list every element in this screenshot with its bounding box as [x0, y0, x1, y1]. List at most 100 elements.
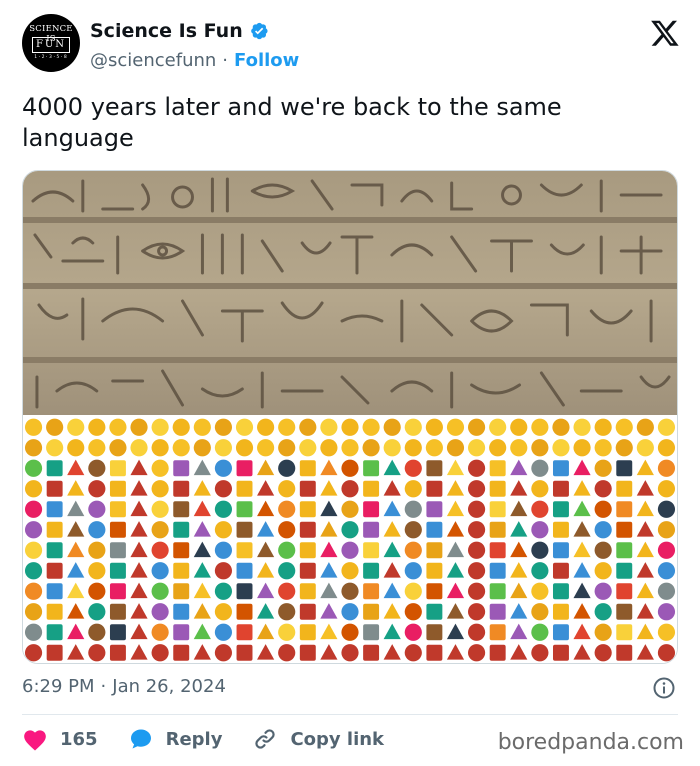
emoji-cell — [67, 603, 85, 619]
emoji-cell — [67, 459, 85, 476]
emoji-cell — [236, 542, 253, 559]
emoji-cell — [46, 521, 63, 538]
emoji-cell — [151, 541, 169, 559]
emoji-cell — [257, 644, 275, 660]
emoji-cell — [531, 459, 549, 477]
emoji-cell — [446, 541, 465, 558]
emoji-cell — [489, 418, 507, 436]
emoji-cell — [67, 480, 85, 496]
emoji-cell — [573, 439, 591, 457]
emoji-cell — [88, 439, 106, 457]
emoji-cell — [467, 500, 486, 518]
emoji-cell — [46, 603, 63, 620]
emoji-cell — [299, 501, 316, 518]
account-handle[interactable]: @sciencefunn — [90, 50, 216, 71]
emoji-cell — [383, 603, 401, 619]
tweet-date: Jan 26, 2024 — [112, 676, 226, 697]
avatar-logo-numbers: 1·2·3·5·8 — [34, 55, 68, 60]
emoji-cell — [404, 459, 422, 477]
emoji-cell — [257, 582, 275, 599]
tweet-timestamp[interactable]: 6:29 PM · Jan 26, 2024 — [22, 676, 226, 697]
emoji-cell — [426, 480, 443, 497]
emoji-cell — [257, 418, 275, 436]
handle-row: @sciencefunn · Follow — [90, 48, 299, 72]
emoji-cell — [552, 418, 570, 436]
emoji-cell — [130, 521, 148, 537]
emoji-cell — [299, 480, 316, 497]
emoji-cell — [426, 624, 443, 641]
emoji-cell — [657, 439, 676, 457]
emoji-cell — [573, 459, 591, 476]
emoji-cell — [383, 623, 401, 640]
emoji-cell — [362, 439, 380, 457]
emoji-cell — [657, 644, 676, 662]
emoji-cell — [594, 582, 612, 600]
info-icon[interactable] — [652, 676, 676, 700]
emoji-cell — [46, 460, 63, 477]
emoji-cell — [446, 459, 465, 476]
emoji-cell — [510, 541, 528, 558]
emoji-cell — [320, 418, 338, 436]
emoji-cell — [193, 480, 211, 496]
emoji-cell — [616, 501, 633, 518]
emoji-cell — [404, 439, 422, 457]
emoji-cell — [341, 623, 359, 641]
emoji-cell — [615, 418, 633, 436]
emoji-cell — [573, 582, 591, 599]
emoji-cell — [363, 644, 380, 661]
reply-button[interactable]: Reply — [128, 727, 222, 751]
emoji-cell — [172, 418, 190, 436]
emoji-cell — [236, 562, 253, 579]
emoji-cell — [109, 501, 126, 518]
emoji-cell — [173, 460, 190, 477]
emoji-cell — [426, 521, 443, 538]
emoji-cell — [594, 644, 612, 662]
emoji-cell — [151, 418, 169, 436]
emoji-cell — [362, 418, 380, 436]
account-name[interactable]: Science Is Fun — [90, 20, 243, 42]
emoji-cell — [173, 603, 190, 620]
emoji-cell — [236, 460, 253, 477]
emoji-cell — [510, 603, 528, 619]
follow-button[interactable]: Follow — [234, 50, 299, 71]
emoji-cell — [531, 439, 549, 457]
emoji-cell — [130, 562, 148, 578]
emoji-cell — [88, 480, 106, 498]
emoji-cell — [341, 480, 359, 498]
emoji-cell — [594, 603, 612, 621]
tweet-text: 4000 years later and we're back to the s… — [22, 93, 562, 152]
emoji-cell — [320, 623, 338, 640]
emoji-cell — [214, 562, 233, 580]
emoji-cell — [594, 500, 612, 518]
emoji-cell — [320, 500, 338, 517]
emoji-cell — [109, 460, 126, 477]
emoji-cell — [657, 418, 676, 436]
emoji-cell — [214, 418, 233, 436]
emoji-cell — [363, 501, 380, 518]
emoji-cell — [278, 459, 296, 477]
x-logo-icon[interactable] — [650, 18, 680, 48]
emoji-cell — [320, 541, 338, 558]
emoji-cell — [657, 521, 676, 539]
avatar[interactable]: SCIENCE IS FUN 1·2·3·5·8 — [22, 14, 80, 72]
emoji-cell — [24, 500, 43, 518]
emoji-cell — [467, 439, 486, 457]
emoji-cell — [173, 480, 190, 497]
emoji-cell — [278, 480, 296, 498]
emoji-cell — [426, 460, 443, 477]
emoji-cell — [88, 500, 106, 518]
emoji-cell — [151, 500, 169, 518]
emoji-cell — [467, 521, 486, 539]
emoji-cell — [594, 623, 612, 641]
tweet-media[interactable] — [22, 170, 678, 664]
emoji-cell — [236, 644, 253, 661]
emoji-cell — [489, 583, 506, 600]
like-button[interactable]: 165 — [22, 727, 98, 751]
emoji-cell — [489, 644, 506, 661]
emoji-cell — [193, 623, 211, 640]
emoji-cell — [531, 562, 549, 580]
emoji-cell — [24, 582, 43, 600]
emoji-cell — [299, 562, 316, 579]
copy-link-button[interactable]: Copy link — [252, 727, 384, 751]
emoji-cell — [214, 644, 233, 662]
